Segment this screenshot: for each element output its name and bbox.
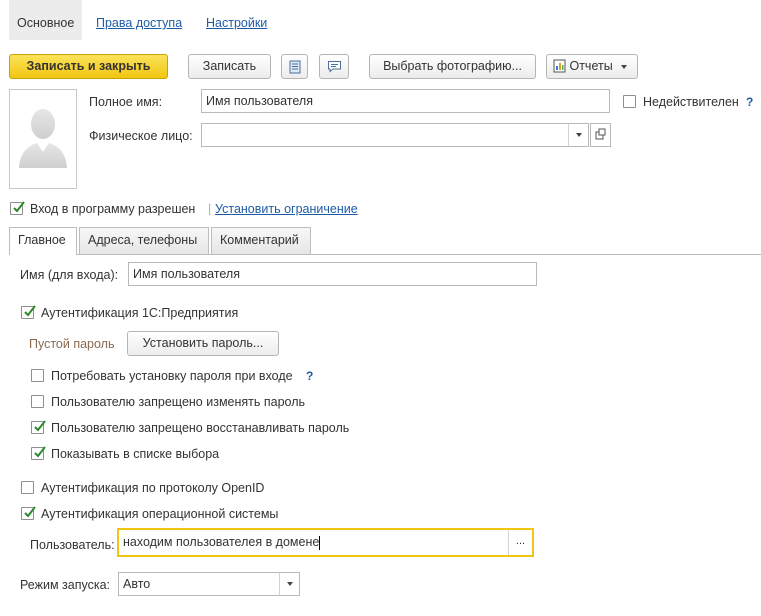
checkmark-icon	[13, 201, 25, 213]
os-auth-checkbox[interactable]	[21, 506, 36, 520]
reports-label: Отчеты	[569, 59, 613, 73]
save-button[interactable]: Записать	[188, 54, 271, 79]
checkmark-icon	[24, 506, 36, 518]
login-allowed-checkbox[interactable]	[10, 201, 25, 215]
os-user-select-button[interactable]: ...	[508, 530, 532, 555]
save-and-close-button[interactable]: Записать и закрыть	[9, 54, 168, 79]
os-auth-label: Аутентификация операционной системы	[41, 507, 279, 521]
checkmark-icon	[24, 305, 36, 317]
inactive-label: Недействителен	[643, 95, 739, 109]
forbid-restore-password-checkbox[interactable]	[31, 420, 46, 434]
reports-button[interactable]: Отчеты	[546, 54, 638, 79]
launch-mode-select[interactable]: Авто	[118, 572, 300, 596]
os-user-input[interactable]: находим пользователея в домене ...	[117, 528, 534, 557]
help-icon[interactable]: ?	[306, 368, 313, 384]
list-icon	[289, 60, 300, 74]
tab-comment[interactable]: Комментарий	[211, 227, 311, 254]
set-restriction-link[interactable]: Установить ограничение	[215, 201, 358, 217]
login-allowed-label: Вход в программу разрешен	[30, 202, 196, 216]
document-list-button[interactable]	[281, 54, 308, 79]
require-password-checkbox[interactable]	[31, 369, 44, 382]
auth-1c-label: Аутентификация 1С:Предприятия	[41, 306, 239, 320]
nav-tab-settings[interactable]: Настройки	[198, 0, 275, 40]
forbid-change-password-checkbox[interactable]	[31, 395, 44, 408]
tab-divider	[9, 254, 761, 255]
tab-addresses-phones[interactable]: Адреса, телефоны	[79, 227, 209, 254]
forbid-restore-password-label: Пользователю запрещено восстанавливать п…	[51, 421, 350, 435]
choose-photo-button[interactable]: Выбрать фотографию...	[369, 54, 536, 79]
openid-label: Аутентификация по протоколу OpenID	[41, 481, 265, 495]
help-icon[interactable]: ?	[746, 94, 753, 110]
openid-checkbox[interactable]	[21, 481, 34, 494]
comment-button[interactable]	[319, 54, 349, 79]
forbid-change-password-label: Пользователю запрещено изменять пароль	[51, 395, 306, 409]
login-name-input[interactable]: Имя пользователя	[128, 262, 537, 286]
chevron-down-icon[interactable]	[279, 573, 299, 595]
report-icon	[553, 59, 566, 73]
launch-mode-value: Авто	[123, 577, 151, 591]
inactive-checkbox[interactable]	[623, 95, 636, 108]
user-photo[interactable]	[9, 89, 77, 189]
checkmark-icon	[34, 420, 46, 432]
nav-tab-access-rights[interactable]: Права доступа	[88, 0, 190, 40]
full-name-input[interactable]: Имя пользователя	[201, 89, 610, 113]
open-link-icon	[595, 128, 606, 140]
require-password-label: Потребовать установку пароля при входе	[51, 369, 293, 383]
nav-tab-main[interactable]: Основное	[9, 0, 83, 40]
open-individual-button[interactable]	[590, 123, 611, 147]
login-name-label: Имя (для входа):	[20, 268, 119, 282]
chevron-down-icon	[621, 64, 628, 69]
speech-bubble-icon	[327, 61, 341, 73]
os-user-value: находим пользователея в домене	[123, 535, 320, 549]
show-in-list-label: Показывать в списке выбора	[51, 447, 220, 461]
individual-dropdown-icon[interactable]	[568, 124, 588, 146]
os-user-label: Пользователь:	[30, 538, 115, 552]
show-in-list-checkbox[interactable]	[31, 446, 46, 460]
checkmark-icon	[34, 446, 46, 458]
text-cursor	[319, 535, 321, 550]
launch-mode-label: Режим запуска:	[20, 578, 110, 592]
set-password-button[interactable]: Установить пароль...	[127, 331, 279, 356]
individual-label: Физическое лицо:	[89, 129, 193, 143]
full-name-label: Полное имя:	[89, 95, 163, 109]
individual-input[interactable]	[201, 123, 589, 147]
user-silhouette-icon	[19, 109, 67, 168]
empty-password-label: Пустой пароль	[29, 337, 115, 351]
tab-main[interactable]: Главное	[9, 227, 77, 255]
separator: |	[208, 202, 212, 216]
auth-1c-checkbox[interactable]	[21, 305, 36, 319]
